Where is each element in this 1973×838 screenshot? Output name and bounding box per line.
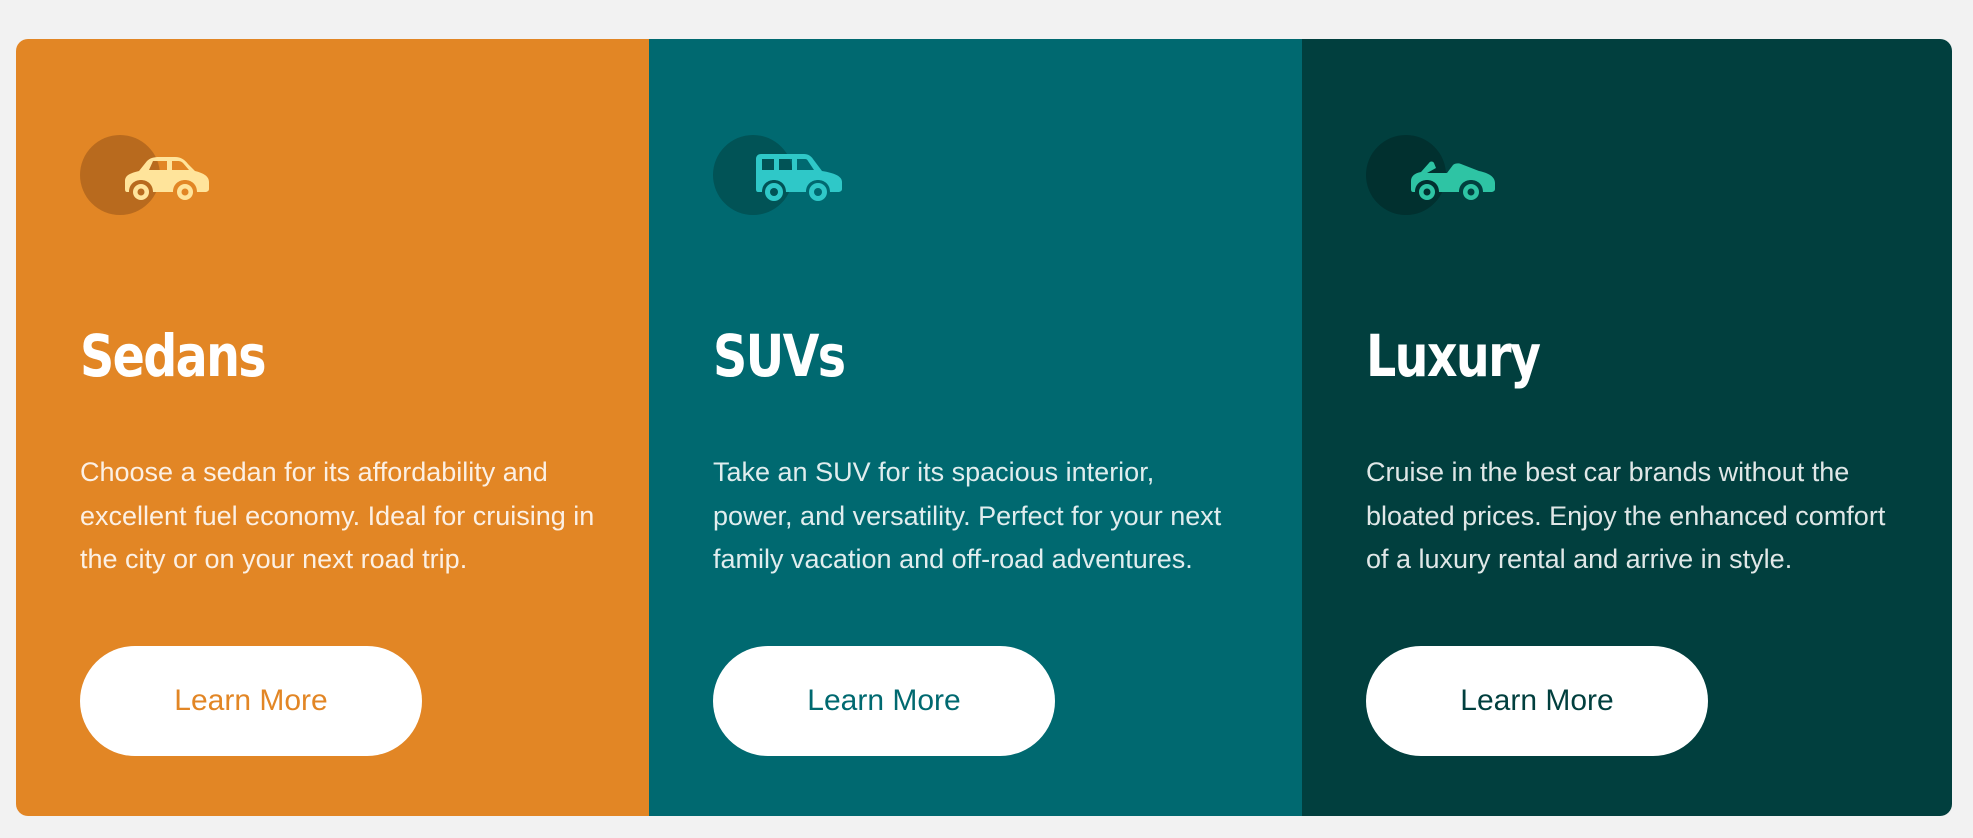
suv-icon-wrapper	[713, 135, 843, 215]
card-sedans: Sedans Choose a sedan for its affordabil…	[16, 39, 649, 816]
card-description: Cruise in the best car brands without th…	[1366, 457, 1886, 574]
learn-more-luxury-button[interactable]: Learn More	[1366, 646, 1708, 756]
card-title: Sedans	[80, 322, 267, 390]
luxury-icon-wrapper	[1366, 135, 1496, 215]
learn-more-suvs-button[interactable]: Learn More	[713, 646, 1055, 756]
card-description: Choose a sedan for its affordability and…	[80, 457, 595, 574]
card-description: Take an SUV for its spacious interior, p…	[713, 457, 1222, 574]
learn-more-sedans-button[interactable]: Learn More	[80, 646, 422, 756]
sedan-car-icon	[125, 157, 209, 200]
card-title: SUVs	[713, 322, 846, 390]
card-suvs: SUVs Take an SUV for its spacious interi…	[649, 39, 1302, 816]
luxury-car-icon	[1411, 161, 1495, 200]
sedan-icon-wrapper	[80, 135, 210, 215]
card-luxury: Luxury Cruise in the best car brands wit…	[1302, 39, 1952, 816]
card-title: Luxury	[1366, 322, 1541, 390]
suv-car-icon	[756, 154, 842, 201]
car-category-cards: Sedans Choose a sedan for its affordabil…	[16, 39, 1952, 816]
